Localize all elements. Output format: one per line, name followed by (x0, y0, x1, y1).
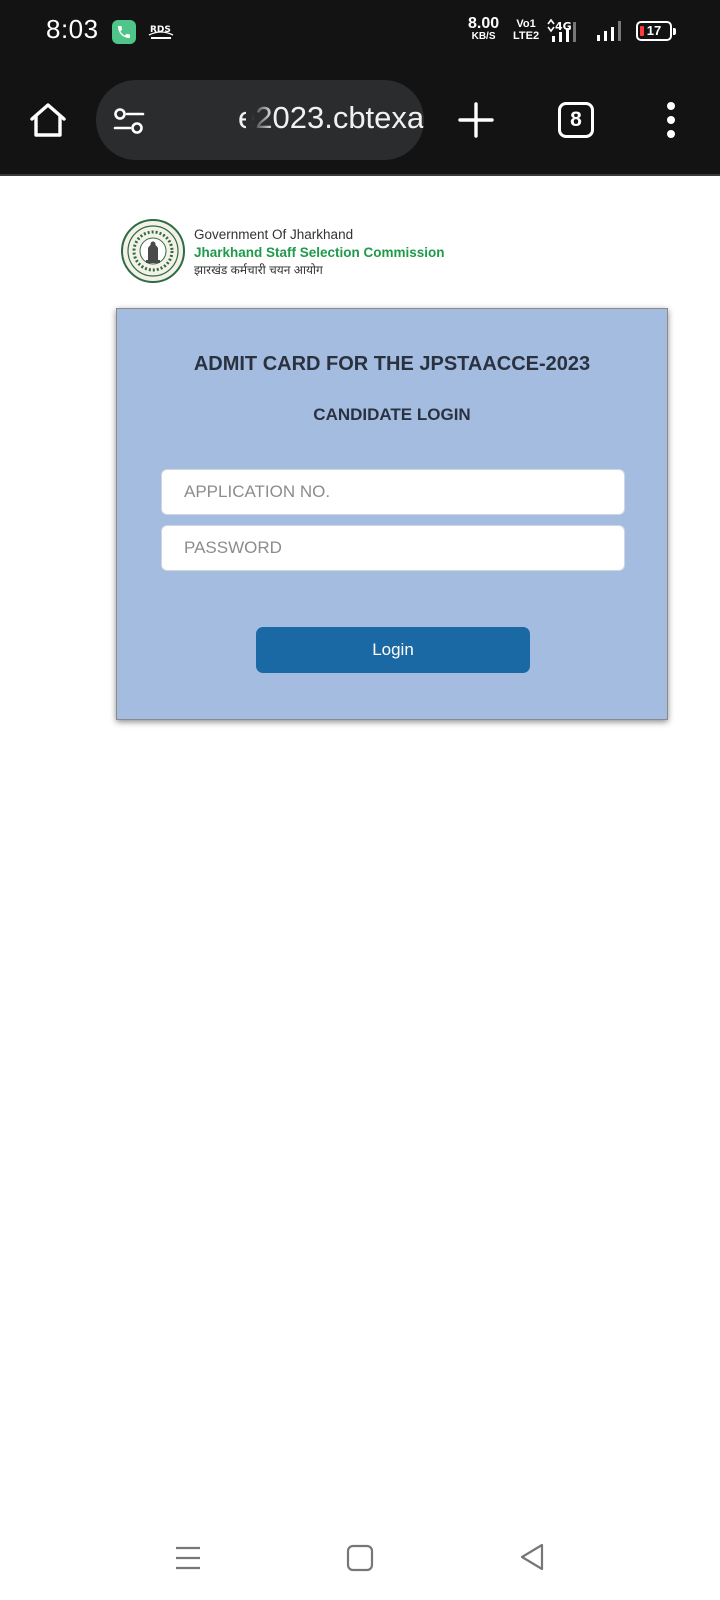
url-fade (246, 96, 274, 144)
volte-top: Vo1 (516, 18, 536, 30)
network-speed-value: 8.00 (468, 15, 500, 32)
battery-icon: 17 (636, 21, 676, 41)
admit-card-title: ADMIT CARD FOR THE JPSTAACCE-2023 (193, 353, 591, 375)
overflow-menu-icon[interactable] (664, 100, 678, 140)
jharkhand-emblem-icon (121, 219, 185, 283)
volte-bottom: LTE2 (513, 30, 540, 42)
battery-level: 17 (646, 23, 662, 38)
site-header: Government Of Jharkhand Jharkhand Staff … (118, 218, 458, 286)
commission-name-hindi: झारखंड कर्मचारी चयन आयोग (194, 263, 323, 277)
volte-indicator: Vo1 LTE2 (513, 18, 539, 42)
signal-strength-icon (597, 21, 621, 41)
candidate-login-heading: CANDIDATE LOGIN (313, 405, 471, 424)
rds-icon: RDS (148, 25, 174, 39)
network-speed: 8.00 KB/S (468, 16, 499, 43)
commission-name: Jharkhand Staff Selection Commission (194, 245, 445, 260)
tab-switcher-button[interactable]: 8 (558, 102, 594, 138)
login-card: ADMIT CARD FOR THE JPSTAACCE-2023 CANDID… (116, 308, 668, 720)
government-label: Government Of Jharkhand (194, 227, 354, 242)
status-bar: 8:03 RDS 8.00 KB/S Vo1 LTE2 4G 17 (0, 0, 720, 64)
recents-icon[interactable] (174, 1544, 202, 1572)
application-number-input[interactable] (161, 469, 625, 515)
address-bar[interactable]: e2023.cbtexam.in (96, 80, 424, 160)
home-icon[interactable] (26, 98, 70, 142)
network-type-label: 4G (555, 20, 572, 33)
browser-toolbar: e2023.cbtexam.in 8 (0, 64, 720, 176)
status-time: 8:03 (46, 14, 99, 44)
new-tab-plus-icon[interactable] (456, 100, 496, 140)
signal-icon: 4G (547, 18, 576, 42)
network-speed-unit: KB/S (471, 31, 496, 42)
home-square-icon[interactable] (346, 1544, 374, 1572)
battery-fill (640, 26, 644, 36)
header-text: Government Of Jharkhand Jharkhand Staff … (194, 226, 445, 278)
site-settings-icon[interactable] (112, 106, 146, 136)
back-triangle-icon[interactable] (518, 1542, 546, 1572)
phone-call-icon (112, 20, 136, 44)
battery-nub (673, 28, 676, 35)
password-input[interactable] (161, 525, 625, 571)
login-button[interactable]: Login (256, 627, 530, 673)
system-nav-bar (0, 1520, 720, 1600)
